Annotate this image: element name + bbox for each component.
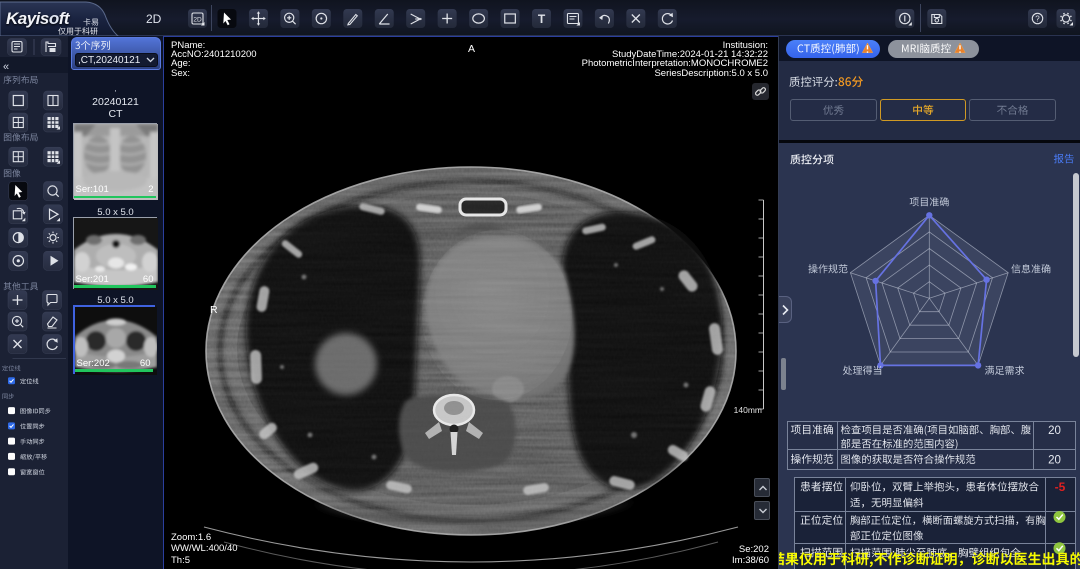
svg-text:-5: -5 [1055,480,1066,494]
svg-text:20: 20 [1048,425,1061,437]
svg-text:?: ? [1035,15,1040,24]
svg-text:2D: 2D [193,16,202,23]
svg-text:20: 20 [1048,455,1061,467]
svg-text:T: T [538,12,546,26]
svg-text:«: « [3,61,9,73]
